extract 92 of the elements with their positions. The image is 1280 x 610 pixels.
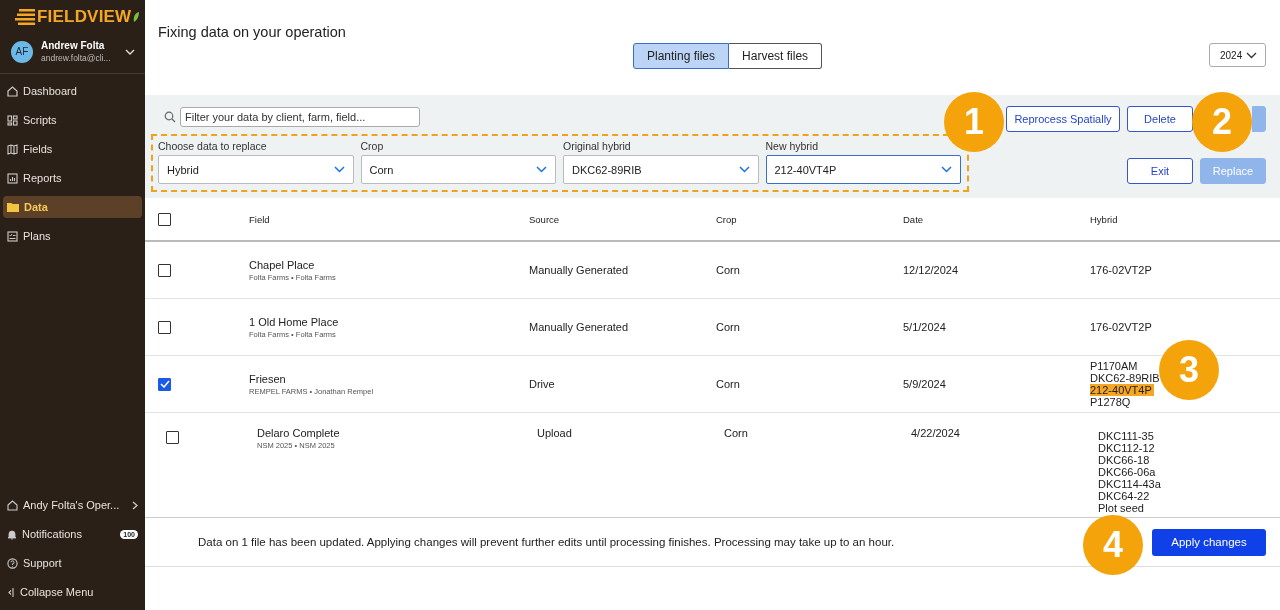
dropdown[interactable]: Hybrid [158,155,354,184]
table-cell-text: Corn [724,427,749,439]
hybrid-name: DKC66-18 [1098,454,1151,466]
hybrid-name: 212-40VT4P [1090,384,1154,396]
page-title: Fixing data on your operation [158,24,347,40]
table-cell-text: Corn [716,264,741,276]
table-cell-text: 5/1/2024 [903,321,947,333]
dropdown-label: Original hybrid [563,140,632,152]
apply-changes-button[interactable]: Apply changes [1152,528,1266,556]
nav-item[interactable]: Scripts [3,109,142,131]
column-header: Crop [716,213,738,225]
nav-item[interactable]: Data [3,196,142,218]
step-number-badge: 3 [1159,340,1219,400]
row-checkbox[interactable] [158,377,171,391]
collapse-icon [7,586,15,598]
help-icon [7,557,18,569]
toolbar-button[interactable]: Delete [1127,106,1193,132]
grid-icon [7,114,18,126]
hybrid-name: DKC66-06a [1098,466,1157,478]
chevron-down-icon [1246,51,1257,59]
user-name: Andrew Folta [41,40,106,51]
hybrid-name: 176-02VT2P [1090,264,1153,276]
row-checkbox[interactable] [158,263,171,277]
table-cell-text: 5/9/2024 [903,378,947,390]
table-cell-text: Manually Generated [529,321,630,333]
hybrid-name: DKC64-22 [1098,490,1151,502]
home-icon [7,85,18,97]
check-icon [159,380,170,388]
hybrid-name: DKC114-43a [1098,478,1162,490]
dropdown-label: Choose data to replace [158,140,268,152]
table-cell-text: Upload [537,427,573,439]
chart-icon [7,172,18,184]
folder-icon [7,202,19,212]
select-all-checkbox[interactable] [158,212,171,226]
logo-text: FIELDVIEW [37,8,132,26]
avatar: AF [11,40,33,63]
nav-item[interactable]: Reports [3,167,142,189]
field-name: Chapel Place [249,258,316,271]
search-field[interactable]: Filter your data by client, farm, field... [180,107,420,127]
tab[interactable]: Harvest files [729,43,823,69]
toolbar-button[interactable]: Reprocess Spatially [1006,106,1120,132]
column-header: Hybrid [1090,213,1119,225]
hybrid-name: Plot seed [1098,502,1145,514]
step-number-badge: 4 [1083,515,1143,575]
dropdown[interactable]: Corn [360,155,556,184]
bell-icon [7,528,17,540]
user-email: andrew.folta@cli... [41,53,112,63]
table-cell-text: 12/12/2024 [903,264,960,276]
dropdown[interactable]: DKC62-89RIB [563,155,759,184]
chevron-down-icon [536,166,547,173]
status-message: Data on 1 file has been updated. Applying changes will prevent further edits until processing finishes. Processing may take up to an hour. [198,536,895,548]
chevron-down-icon[interactable] [125,48,135,55]
dropdown[interactable]: 212-40VT4P [765,155,961,184]
dropdown-label: New hybrid [765,140,820,152]
field-name: Friesen [249,372,287,385]
leaf-icon [133,12,140,22]
table-cell-text: 4/22/2024 [911,427,961,439]
dropdown-label: Crop [360,140,385,152]
home-person-icon [7,499,18,511]
hybrid-name: P1278Q [1090,396,1132,408]
table-cell-text: Corn [716,321,741,333]
nav-item[interactable]: Plans [3,225,142,247]
operation-menu-item[interactable]: Andy Folta's Oper... [3,494,142,516]
toolbar-button[interactable]: Exit [1127,158,1193,184]
chevron-down-icon [941,166,952,173]
support-menu-item[interactable]: Support [3,552,142,574]
search-icon [164,111,176,123]
row-checkbox[interactable] [166,431,179,444]
hybrid-name: DKC111-35 [1098,430,1155,442]
hybrid-name: P1170AM [1090,360,1139,372]
hybrid-name: 176-02VT2P [1090,321,1153,333]
hybrid-name: DKC62-89RIB [1090,372,1161,384]
row-checkbox[interactable] [158,320,171,334]
year-select[interactable]: 2024 [1209,43,1266,67]
logo-stripes-icon [15,9,35,25]
field-name: 1 Old Home Place [249,315,340,328]
collapse-menu-item[interactable]: Collapse Menu [3,581,142,603]
tab[interactable]: Planting files [633,43,730,69]
nav-item[interactable]: Dashboard [3,80,142,102]
column-header: Source [529,213,561,225]
chevron-down-icon [333,166,345,173]
table-cell-text: Corn [716,378,741,390]
nav-item[interactable]: Fields [3,138,142,160]
column-header: Date [903,213,925,225]
table-cell-text: Drive [529,378,556,390]
column-header: Field [249,213,271,225]
hybrid-name: DKC112-12 [1098,442,1156,454]
field-name: Delaro Complete [257,427,341,439]
checklist-icon [7,230,18,242]
chevron-down-icon [738,166,750,173]
map-icon [7,143,18,155]
table-cell-text: Manually Generated [529,264,630,276]
